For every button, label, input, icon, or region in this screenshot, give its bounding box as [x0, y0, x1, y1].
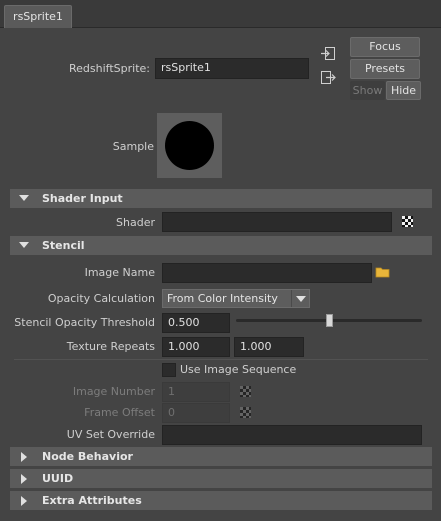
uv-set-override-field[interactable] [162, 425, 422, 445]
frame-offset-map-icon[interactable] [240, 407, 251, 418]
section-shader-input[interactable]: Shader Input [10, 189, 432, 208]
image-number-map-icon[interactable] [240, 386, 251, 397]
output-connection-icon[interactable] [320, 70, 336, 86]
use-image-sequence-label: Use Image Sequence [180, 363, 297, 376]
expand-triangle-icon [21, 496, 27, 506]
opacity-calculation-dropdown[interactable]: From Color Intensity [162, 289, 310, 308]
collapse-triangle-icon [19, 195, 29, 201]
map-button-icon[interactable] [402, 216, 413, 227]
tab-rssprite1[interactable]: rsSprite1 [4, 5, 72, 28]
node-type-label: RedshiftSprite: [69, 62, 150, 75]
stencil-opacity-threshold-label: Stencil Opacity Threshold [14, 316, 155, 329]
sample-swatch[interactable] [157, 113, 222, 178]
sample-label: Sample [112, 140, 154, 153]
image-name-field[interactable] [162, 263, 372, 283]
expand-triangle-icon [21, 452, 27, 462]
use-image-sequence-checkbox[interactable] [162, 363, 176, 377]
image-number-label: Image Number [72, 385, 155, 398]
presets-button[interactable]: Presets [350, 59, 420, 79]
texture-repeats-v-field[interactable]: 1.000 [234, 337, 304, 357]
collapse-triangle-icon [19, 242, 29, 248]
frame-offset-label: Frame Offset [84, 406, 155, 419]
opacity-calculation-label: Opacity Calculation [47, 292, 155, 305]
hide-button[interactable]: Hide [386, 81, 421, 100]
input-connection-icon[interactable] [320, 46, 336, 62]
image-name-label: Image Name [84, 266, 155, 279]
section-uuid[interactable]: UUID [10, 469, 432, 488]
uv-set-override-label: UV Set Override [66, 428, 155, 441]
separator [14, 359, 428, 360]
image-number-field[interactable]: 1 [162, 382, 230, 402]
section-extra-attributes[interactable]: Extra Attributes [10, 491, 432, 510]
frame-offset-field[interactable]: 0 [162, 403, 230, 423]
shader-label: Shader [116, 216, 155, 229]
folder-icon[interactable] [375, 265, 391, 279]
show-button[interactable]: Show [350, 81, 385, 100]
shader-field[interactable] [162, 212, 392, 232]
texture-repeats-u-field[interactable]: 1.000 [162, 337, 230, 357]
node-name-field[interactable]: rsSprite1 [155, 58, 309, 79]
sample-sphere [165, 121, 214, 170]
expand-triangle-icon [21, 474, 27, 484]
chevron-down-icon [296, 296, 306, 302]
texture-repeats-label: Texture Repeats [66, 340, 155, 353]
stencil-opacity-threshold-field[interactable]: 0.500 [162, 313, 230, 333]
section-stencil[interactable]: Stencil [10, 236, 432, 255]
threshold-slider-handle[interactable] [325, 314, 333, 327]
focus-button[interactable]: Focus [350, 37, 420, 57]
section-node-behavior[interactable]: Node Behavior [10, 447, 432, 466]
